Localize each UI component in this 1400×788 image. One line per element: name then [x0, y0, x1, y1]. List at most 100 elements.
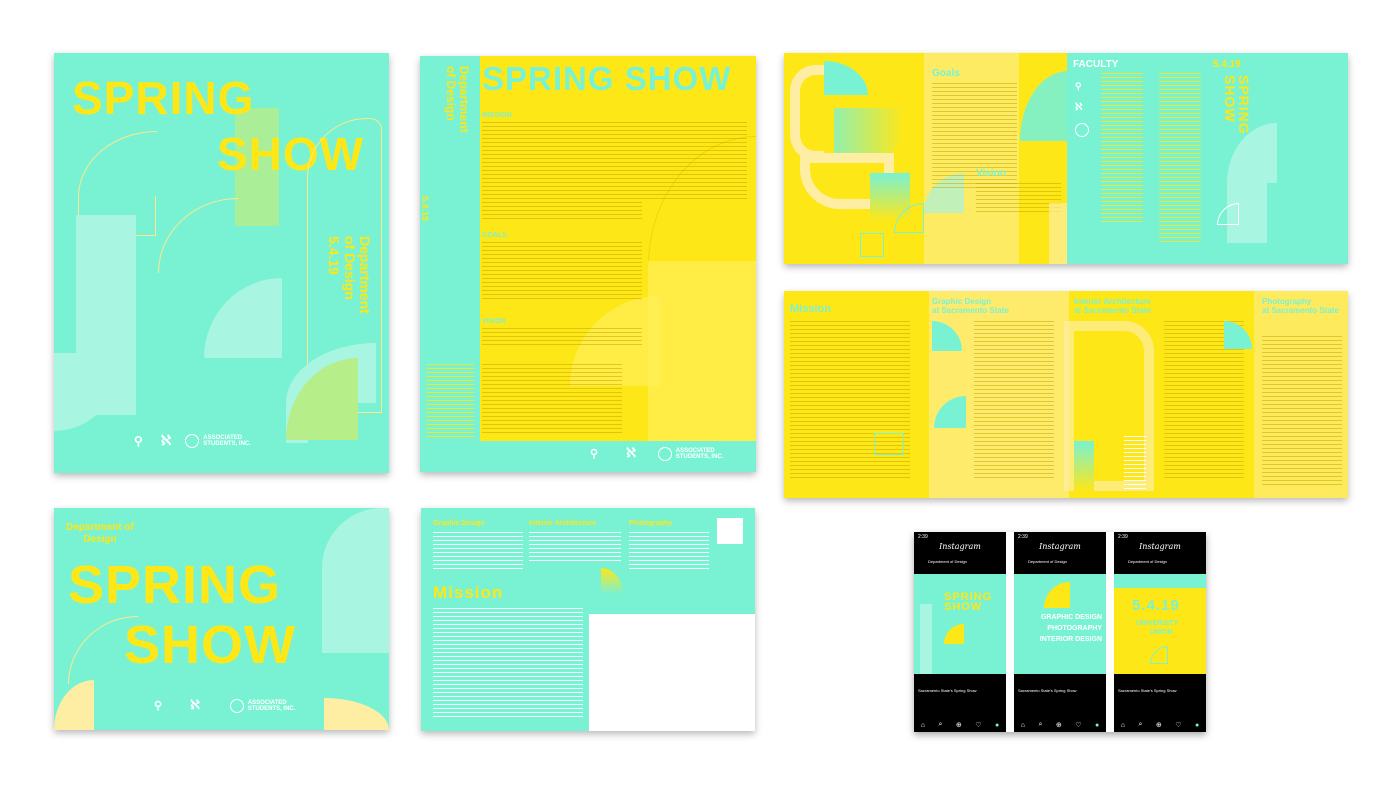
add-icon[interactable]: ⊕: [1056, 721, 1062, 729]
phone-1-show: SHOW: [944, 601, 983, 613]
search-icon[interactable]: ⌕: [1038, 721, 1042, 729]
asi-logo-icon: [185, 434, 200, 448]
phone-3-app: Instagram: [1139, 542, 1181, 551]
trifold-top-card: Goals Vision FACULTY ⚲ ℵ 5.4.19 SPRING S…: [784, 53, 1348, 264]
brochure-dept-text: Department of Design: [428, 66, 478, 176]
tb-col4-text: [1262, 336, 1342, 486]
pb-col3: Photography: [629, 520, 673, 527]
tt-spring: SPRING: [1236, 75, 1252, 135]
tb-col3-line2: at Sacramento State: [1074, 306, 1151, 316]
phone-1-post: SPRING SHOW: [914, 574, 1006, 674]
home-icon[interactable]: ⌂: [921, 722, 925, 729]
poster-outline-quarter: [78, 131, 157, 197]
brochure-mission: MISSION: [482, 112, 512, 119]
phone-3-account: Department of Design: [1128, 559, 1167, 564]
poster-logos: ⚲ ℵ ASSOCIATED STUDENTS, INC.: [134, 433, 251, 449]
home-icon[interactable]: ⌂: [1121, 722, 1125, 729]
phone-2-line3: INTERIOR DESIGN: [1039, 636, 1102, 643]
postcard-back-card: Graphic Design Interior Architecture Pho…: [421, 508, 755, 731]
tb-col2-text: [974, 321, 1054, 481]
search-icon[interactable]: ⌕: [938, 721, 942, 729]
add-icon[interactable]: ⊕: [956, 721, 962, 729]
brochure-sidebar-list: [426, 364, 474, 439]
phone-2-account: Department of Design: [1028, 559, 1067, 564]
phone-2-nav: ⌂ ⌕ ⊕ ♡ ●: [1014, 718, 1106, 732]
profile-icon[interactable]: ●: [1195, 722, 1199, 729]
phone-2-line2: PHOTOGRAPHY: [1047, 625, 1102, 632]
brochure-dept-line2: of Design: [443, 66, 458, 121]
tt-show: SHOW: [1222, 75, 1238, 123]
brochure-faculty-list: [482, 364, 622, 434]
phone-1-app: Instagram: [939, 542, 981, 551]
phone-1-bar: [920, 604, 932, 674]
pf-logos: ⚲ ℵ ASSOCIATED STUDENTS, INC.: [154, 698, 295, 713]
profile-icon[interactable]: ●: [1095, 722, 1099, 729]
phones-group: 2:39 Instagram Department of Design SPRI…: [914, 532, 1206, 732]
phone-3-line2: UNION: [1150, 629, 1173, 636]
tt-date: 5.4.19: [1213, 59, 1241, 70]
pb-mission: Mission: [433, 583, 504, 602]
home-icon[interactable]: ⌂: [1021, 722, 1025, 729]
phone-3: 2:39 Instagram Department of Design 5.4.…: [1114, 532, 1206, 732]
poster-dept-line2: of Design: [341, 236, 358, 300]
phone-2: 2:39 Instagram Department of Design GRAP…: [1014, 532, 1106, 732]
tb-col2-head: Graphic Design at Sacramento State: [932, 297, 1009, 315]
poster-title-spring: SPRING: [72, 72, 255, 124]
search-icon[interactable]: ⌕: [1138, 721, 1142, 729]
tb-mint-quarter-3: [1224, 321, 1252, 349]
tt-frame: [790, 65, 824, 161]
phone-2-post: GRAPHIC DESIGN PHOTOGRAPHY INTERIOR DESI…: [1014, 574, 1106, 674]
tb-col4-head: Photography at Sacramento State: [1262, 297, 1339, 315]
tt-faculty-list-1: [1101, 73, 1143, 223]
pb-address-area: [589, 614, 755, 731]
phone-3-time: 2:39: [1118, 534, 1128, 540]
tt-gradient-bar: [834, 108, 904, 158]
pf-dept-line2: Design: [83, 534, 117, 545]
tt-mint-quarter: [824, 61, 868, 95]
pf-title-show: SHOW: [124, 615, 296, 675]
poster-associated-2: STUDENTS, INC.: [203, 441, 251, 447]
phone-2-time: 2:39: [1018, 534, 1028, 540]
sac-state-logo-icon: ⚲: [154, 700, 163, 712]
heart-icon[interactable]: ♡: [1175, 721, 1181, 729]
phone-3-band: [1114, 574, 1206, 588]
poster-light-quarter: [204, 278, 282, 358]
pb-col2: Interior Architecture: [529, 520, 597, 527]
pb-mission-text: [433, 608, 583, 718]
brochure-vision: VISION: [482, 318, 506, 325]
phone-3-nav: ⌂ ⌕ ⊕ ♡ ●: [1114, 718, 1206, 732]
phone-2-quarter: [1044, 582, 1070, 608]
tt-faculty-list-2: [1159, 73, 1201, 243]
tt-sheet-edge: [1049, 203, 1067, 264]
heart-icon[interactable]: ♡: [1075, 721, 1081, 729]
tb-col2-line2: at Sacramento State: [932, 306, 1009, 316]
pf-title-spring: SPRING: [68, 555, 282, 615]
pf-dept-line1: Department of: [66, 522, 134, 533]
tt-outline-block: [860, 233, 884, 257]
brochure-deco-bar: [648, 261, 756, 441]
design-logo-icon: ℵ: [626, 446, 636, 461]
brochure-goals: GOALS: [482, 232, 507, 239]
phone-1-caption: Sacramento State's Spring Show: [918, 688, 977, 693]
poster-card: SPRING SHOW Department of Design 5.4.19 …: [54, 53, 389, 473]
asi-logo-icon: [657, 446, 672, 461]
poster-light-quarter-2: [54, 353, 124, 431]
sac-state-logo-icon: ⚲: [134, 434, 143, 448]
phone-2-app: Instagram: [1039, 542, 1081, 551]
pb-col3-text: [629, 532, 709, 570]
profile-icon[interactable]: ●: [995, 722, 999, 729]
add-icon[interactable]: ⊕: [1156, 721, 1162, 729]
phone-2-caption: Sacramento State's Spring Show: [1018, 688, 1077, 693]
trifold-bottom-card: Mission Graphic Design at Sacramento Sta…: [784, 291, 1348, 498]
brochure-right-col: [642, 122, 747, 202]
pb-col1: Graphic Design: [433, 520, 485, 527]
phone-1-quarter: [944, 624, 964, 644]
heart-icon[interactable]: ♡: [975, 721, 981, 729]
brochure-mission-text: [482, 122, 642, 222]
phone-1: 2:39 Instagram Department of Design SPRI…: [914, 532, 1006, 732]
tb-stripe-block: [1124, 436, 1146, 491]
brochure-vision-text: [482, 328, 642, 348]
poster-date: 5.4.19: [326, 236, 343, 275]
brochure-logos: ⚲ ℵ ASSOCIATED STUDENTS, INC.: [590, 446, 723, 461]
poster-dept-line1: Department: [357, 236, 373, 314]
